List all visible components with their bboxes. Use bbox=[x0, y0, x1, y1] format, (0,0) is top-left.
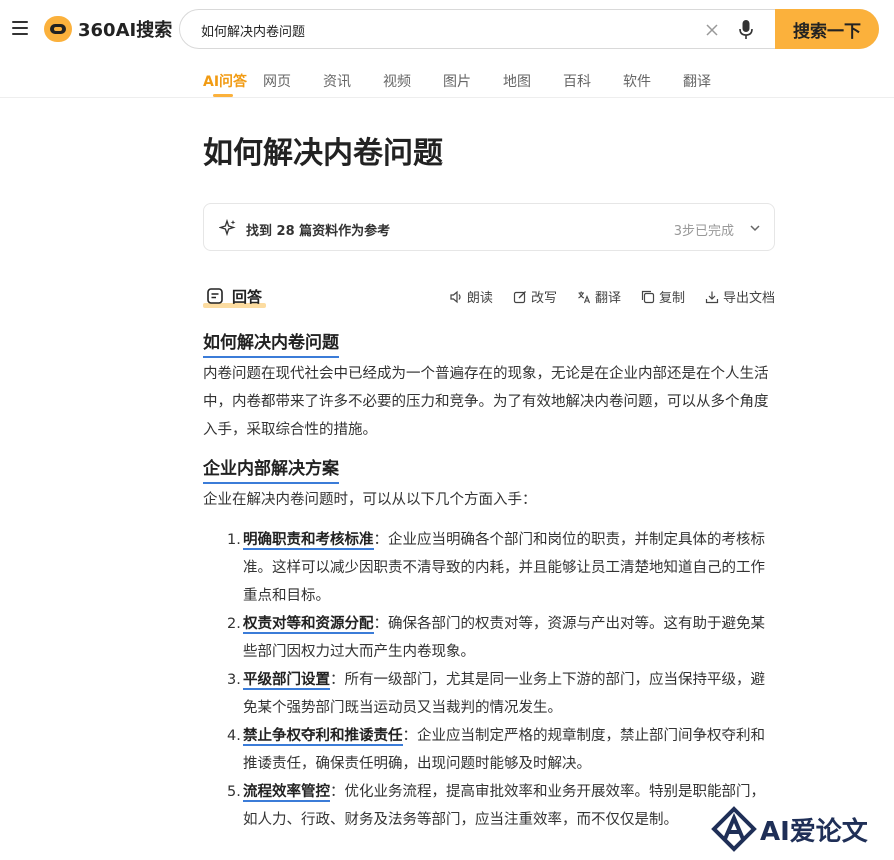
answer-content: 如何解决内卷问题 内卷问题在现代社会中已经成为一个普遍存在的现象，无论是在企业内… bbox=[203, 330, 775, 834]
rewrite-button[interactable]: 改写 bbox=[513, 287, 557, 306]
answer-actions: 朗读 改写 翻译 复制 导出文档 bbox=[429, 287, 775, 306]
export-document-button[interactable]: 导出文档 bbox=[705, 287, 775, 306]
copy-button[interactable]: 复制 bbox=[641, 287, 685, 306]
list-number: 4. bbox=[227, 728, 241, 744]
answer-label: 回答 bbox=[232, 287, 263, 306]
search-input[interactable] bbox=[201, 19, 681, 41]
answer-icon bbox=[207, 288, 223, 304]
read-aloud-button[interactable]: 朗读 bbox=[449, 287, 493, 306]
answer-tab: 回答 bbox=[203, 284, 262, 308]
list-item-title[interactable]: 权责对等和资源分配 bbox=[243, 616, 374, 634]
logo-text: 360AI搜索 bbox=[78, 20, 173, 41]
sparkle-icon bbox=[219, 219, 236, 237]
header-divider bbox=[0, 97, 894, 98]
tab-ai-answer[interactable]: AI问答 bbox=[203, 60, 263, 97]
list-item-title[interactable]: 流程效率管控 bbox=[243, 784, 330, 802]
answer-header: 回答 朗读 改写 翻译 复制 导出文档 bbox=[203, 284, 775, 310]
read-aloud-label: 朗读 bbox=[466, 291, 493, 306]
tab-map[interactable]: 地图 bbox=[503, 60, 563, 97]
list-item: 1. 明确职责和考核标准：企业应当明确各个部门和岗位的职责，并制定具体的考核标准… bbox=[227, 526, 775, 610]
microphone-icon[interactable] bbox=[738, 19, 754, 41]
copy-icon bbox=[641, 290, 655, 303]
list-item-title[interactable]: 明确职责和考核标准 bbox=[243, 532, 374, 550]
reference-card[interactable]: 找到 28 篇资料作为参考 3步已完成 bbox=[203, 203, 775, 251]
tab-news[interactable]: 资讯 bbox=[323, 60, 383, 97]
list-item-title[interactable]: 禁止争权夺利和推诿责任 bbox=[243, 728, 403, 746]
list-number: 3. bbox=[227, 672, 241, 688]
list-item: 5. 流程效率管控：优化业务流程，提高审批效率和业务开展效率。特别是职能部门，如… bbox=[227, 778, 775, 834]
watermark-text: AI爱论文 bbox=[760, 816, 868, 847]
translate-icon bbox=[578, 291, 590, 303]
tab-images[interactable]: 图片 bbox=[443, 60, 503, 97]
list-item: 2. 权责对等和资源分配：确保各部门的权责对等，资源与产出对等。这有助于避免某些… bbox=[227, 610, 775, 666]
translate-label: 翻译 bbox=[594, 291, 621, 306]
tab-video[interactable]: 视频 bbox=[383, 60, 443, 97]
search-button[interactable]: 搜索一下 bbox=[775, 9, 879, 49]
search-box: 搜索一下 bbox=[179, 9, 879, 49]
close-icon[interactable] bbox=[704, 22, 720, 38]
list-item: 3. 平级部门设置：所有一级部门，尤其是同一业务上下游的部门，应当保持平级，避免… bbox=[227, 666, 775, 722]
ai-logo-icon bbox=[711, 806, 757, 852]
section-title: 企业内部解决方案 bbox=[203, 456, 339, 484]
chevron-down-icon[interactable] bbox=[748, 221, 762, 235]
menu-icon[interactable] bbox=[12, 21, 28, 35]
solution-list: 1. 明确职责和考核标准：企业应当明确各个部门和岗位的职责，并制定具体的考核标准… bbox=[203, 526, 775, 834]
translate-button[interactable]: 翻译 bbox=[577, 287, 621, 306]
section-title: 如何解决内卷问题 bbox=[203, 330, 339, 358]
watermark-logo: AI爱论文 bbox=[710, 802, 868, 856]
tab-web[interactable]: 网页 bbox=[263, 60, 323, 97]
reference-count-text: 找到 28 篇资料作为参考 bbox=[246, 224, 391, 239]
top-bar: 360AI搜索 搜索一下 bbox=[0, 0, 894, 60]
rewrite-label: 改写 bbox=[530, 291, 557, 306]
search-tabs: AI问答 网页 资讯 视频 图片 地图 百科 软件 翻译 bbox=[203, 60, 743, 97]
tab-software[interactable]: 软件 bbox=[623, 60, 683, 97]
edit-icon bbox=[513, 290, 526, 303]
tab-baike[interactable]: 百科 bbox=[563, 60, 623, 97]
section-paragraph: 内卷问题在现代社会中已经成为一个普遍存在的现象，无论是在企业内部还是在个人生活中… bbox=[203, 366, 769, 438]
speaker-icon bbox=[450, 290, 461, 303]
logo[interactable]: 360AI搜索 bbox=[44, 15, 172, 43]
download-icon bbox=[705, 291, 719, 303]
list-number: 1. bbox=[227, 532, 241, 548]
tab-translate[interactable]: 翻译 bbox=[683, 60, 743, 97]
reference-status: 3步已完成 bbox=[673, 224, 734, 239]
page-title: 如何解决内卷问题 bbox=[203, 136, 443, 171]
list-item: 4. 禁止争权夺利和推诿责任：企业应当制定严格的规章制度，禁止部门间争权夺利和推… bbox=[227, 722, 775, 778]
logo-icon bbox=[44, 16, 72, 42]
export-document-label: 导出文档 bbox=[722, 291, 775, 306]
list-item-title[interactable]: 平级部门设置 bbox=[243, 672, 330, 690]
list-number: 2. bbox=[227, 616, 241, 632]
list-number: 5. bbox=[227, 784, 241, 800]
section-paragraph: 企业在解决内卷问题时，可以从以下几个方面入手： bbox=[203, 492, 537, 508]
copy-label: 复制 bbox=[658, 291, 685, 306]
